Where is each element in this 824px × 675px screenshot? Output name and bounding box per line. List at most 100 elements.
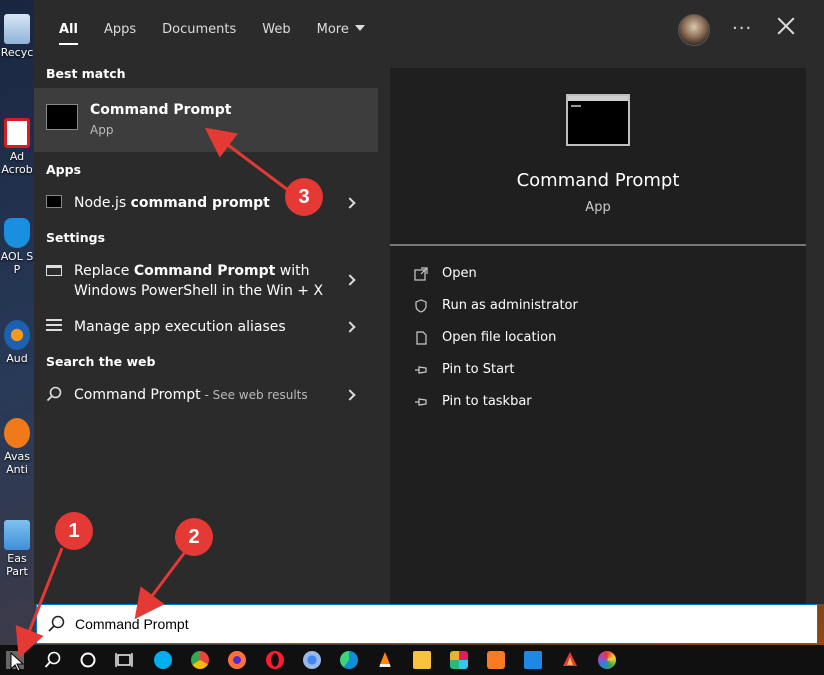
chevron-right-icon[interactable]: [344, 274, 356, 286]
chevron-right-icon[interactable]: [344, 389, 356, 401]
detail-divider: [390, 244, 806, 246]
result-label: Manage app execution aliases: [74, 319, 286, 335]
chrome-icon[interactable]: [191, 651, 209, 669]
shield-icon: [415, 299, 427, 313]
setting-line1-bold: Command Prompt: [133, 263, 276, 279]
detail-pane: Command Prompt App Open Run as administr…: [390, 68, 806, 604]
desktop-icon-aol[interactable]: AOL S P: [0, 218, 34, 276]
file-location-icon: [416, 331, 427, 345]
desktop-icon-label-2: Anti: [6, 463, 28, 476]
command-prompt-large-icon: [566, 94, 630, 146]
avast-icon: [4, 418, 30, 448]
annotation-badge-3: 3: [285, 178, 323, 216]
command-prompt-icon: [46, 104, 78, 130]
slack-icon[interactable]: [450, 651, 468, 669]
app-blue-icon[interactable]: [524, 651, 542, 669]
caret-down-icon: [354, 25, 365, 31]
action-pin-to-start[interactable]: Pin to Start: [412, 360, 792, 384]
action-pin-to-taskbar[interactable]: Pin to taskbar: [412, 392, 792, 416]
result-nodejs-command-prompt[interactable]: Node.js command prompt: [34, 190, 378, 216]
avatar[interactable]: [678, 14, 710, 46]
detail-title: Command Prompt: [516, 170, 680, 191]
chevron-right-icon[interactable]: [344, 197, 356, 209]
file-explorer-icon[interactable]: [413, 651, 431, 669]
firefox-icon[interactable]: [228, 651, 246, 669]
tab-apps[interactable]: Apps: [91, 14, 149, 45]
settings-monitor-icon: [46, 265, 62, 276]
desktop-icon-label: Recyc: [0, 46, 34, 59]
opera-icon[interactable]: [266, 651, 284, 669]
task-view-icon[interactable]: [115, 651, 133, 669]
desktop-icon-avast[interactable]: Avas Anti: [0, 418, 34, 476]
desktop-icon-label-2: P: [13, 263, 21, 276]
desktop-icon-label: AOL S: [0, 250, 34, 263]
nodejs-prompt-icon: [46, 195, 62, 208]
action-open-file-location[interactable]: Open file location: [412, 328, 792, 352]
pin-icon: [415, 398, 427, 406]
chrome-alt-icon[interactable]: [303, 651, 321, 669]
mouse-cursor-icon: [10, 652, 24, 672]
search-input[interactable]: Command Prompt: [36, 604, 818, 644]
section-heading-apps: Apps: [46, 162, 82, 177]
desktop-icon-easeus[interactable]: Eas Part: [0, 520, 34, 578]
cortana-icon[interactable]: [79, 651, 97, 669]
best-match-title: Command Prompt: [90, 102, 232, 118]
result-best-match[interactable]: Command Prompt App: [34, 88, 378, 152]
action-open[interactable]: Open: [412, 264, 792, 288]
desktop-icon-label-2: Acrob: [1, 163, 33, 176]
tab-more-label: More: [316, 22, 349, 37]
tab-web[interactable]: Web: [249, 14, 303, 45]
result-manage-app-aliases[interactable]: Manage app execution aliases: [34, 314, 378, 340]
audacity-icon: [4, 320, 30, 350]
xampp-icon[interactable]: [487, 651, 505, 669]
app-rainbow-icon[interactable]: [598, 651, 616, 669]
search-icon[interactable]: [44, 651, 62, 669]
taskbar: [0, 645, 824, 675]
tab-more[interactable]: More: [304, 14, 378, 45]
result-label-bold: command prompt: [130, 195, 270, 211]
search-topbar: All Apps Documents Web More ···: [34, 0, 824, 58]
easeus-icon: [4, 520, 30, 550]
more-options-icon[interactable]: ···: [732, 18, 752, 39]
best-match-subtitle: App: [90, 123, 114, 137]
section-heading-settings: Settings: [46, 230, 106, 245]
search-input-value: Command Prompt: [75, 616, 189, 632]
desktop-icon-label: Aud: [6, 352, 28, 365]
search-icon: [46, 386, 62, 402]
action-label: Open: [442, 266, 477, 281]
desktop-icon-audacity[interactable]: Aud: [0, 320, 34, 365]
action-label: Open file location: [442, 330, 557, 345]
desktop-icon-label: Eas: [7, 552, 27, 565]
pin-icon: [415, 366, 427, 374]
aol-shield-icon: [4, 218, 30, 248]
app-red-icon[interactable]: [561, 651, 579, 669]
action-label: Pin to taskbar: [442, 394, 532, 409]
result-label-prefix: Node.js: [74, 195, 131, 211]
action-label: Pin to Start: [442, 362, 515, 377]
desktop-icon-recycle-bin[interactable]: Recyc: [0, 14, 34, 59]
annotation-badge-2: 2: [175, 518, 213, 556]
desktop-icon-label: Ad: [9, 150, 25, 163]
setting-line1-suffix: with: [275, 263, 310, 279]
action-label: Run as administrator: [442, 298, 578, 313]
skype-icon[interactable]: [154, 651, 172, 669]
list-settings-icon: [46, 319, 62, 333]
desktop-icon-label: Avas: [4, 450, 30, 463]
web-query: Command Prompt: [74, 387, 201, 403]
tab-documents[interactable]: Documents: [149, 14, 249, 45]
result-web-search[interactable]: Command Prompt - See web results: [34, 382, 378, 408]
desktop-icon-acrobat[interactable]: Ad Acrob: [0, 118, 34, 176]
vlc-icon[interactable]: [376, 651, 394, 669]
setting-line1-prefix: Replace: [74, 263, 134, 279]
result-replace-with-powershell[interactable]: Replace Command Prompt with Windows Powe…: [34, 258, 378, 304]
chevron-right-icon[interactable]: [344, 321, 356, 333]
section-heading-search-web: Search the web: [46, 354, 156, 369]
annotation-badge-1: 1: [55, 512, 93, 550]
edge-icon[interactable]: [340, 651, 358, 669]
search-icon: [48, 615, 65, 632]
tab-all[interactable]: All: [46, 14, 91, 45]
desktop-icon-label-2: Part: [6, 565, 28, 578]
action-run-as-admin[interactable]: Run as administrator: [412, 296, 792, 320]
close-icon[interactable]: [776, 16, 796, 36]
filter-tabs: All Apps Documents Web More: [46, 14, 378, 45]
